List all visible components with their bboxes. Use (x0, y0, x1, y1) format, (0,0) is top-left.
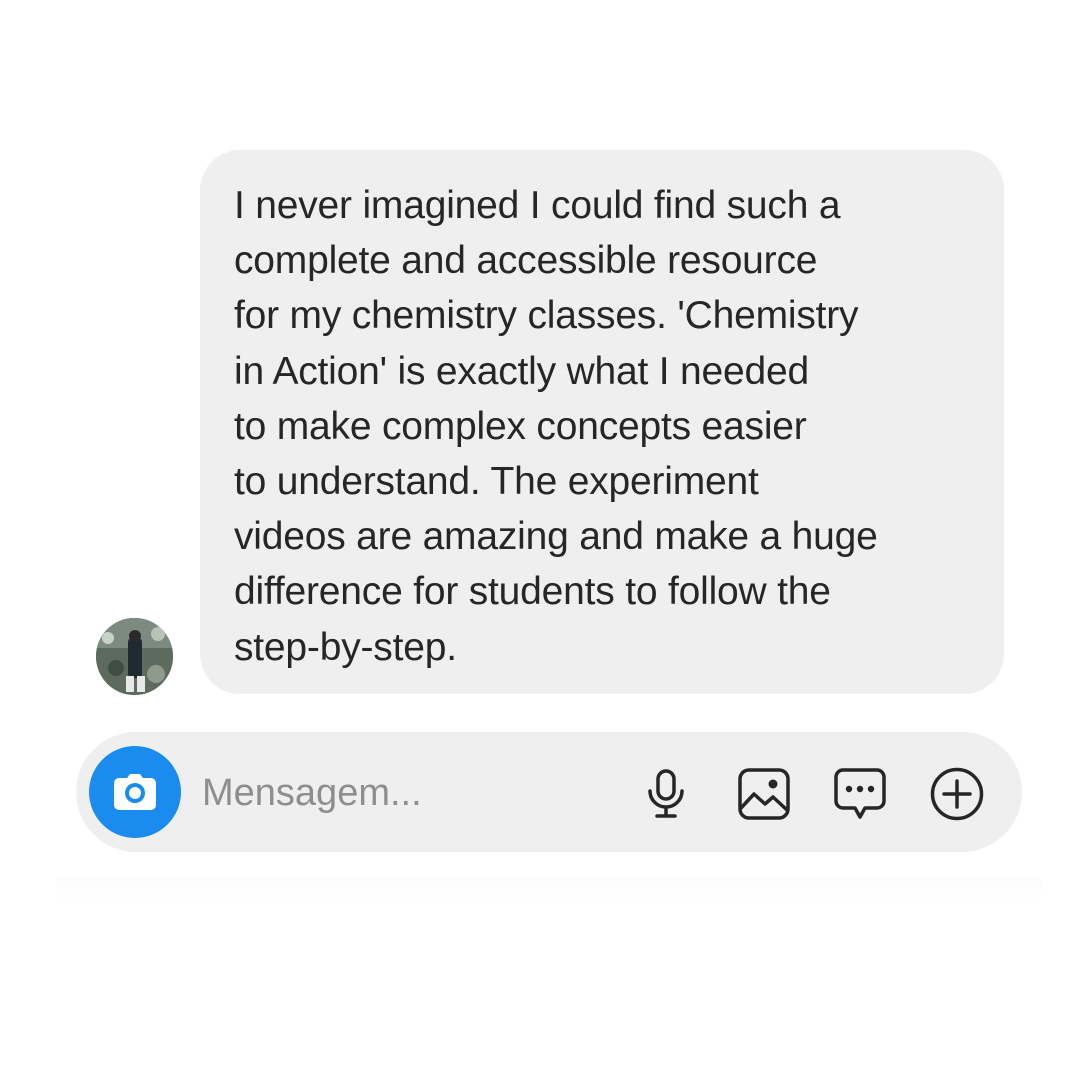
camera-icon (114, 774, 156, 810)
composer-shadow (56, 878, 1041, 902)
gallery-button[interactable] (736, 766, 792, 822)
microphone-button[interactable] (638, 766, 694, 822)
image-gallery-icon (738, 768, 790, 820)
plus-circle-icon (930, 767, 984, 821)
microphone-icon (648, 769, 684, 818)
avatar[interactable] (96, 618, 173, 695)
avatar-image (96, 618, 173, 695)
message-bubble[interactable]: I never imagined I could find such a com… (200, 150, 1004, 694)
sticker-chat-icon (834, 768, 886, 819)
message-input[interactable] (202, 768, 602, 818)
sticker-button[interactable] (832, 766, 888, 822)
camera-button[interactable] (89, 746, 181, 838)
more-options-button[interactable] (929, 766, 985, 822)
message-row: I never imagined I could find such a com… (0, 0, 1080, 700)
message-text: I never imagined I could find such a com… (234, 184, 878, 669)
message-composer (76, 732, 1022, 852)
